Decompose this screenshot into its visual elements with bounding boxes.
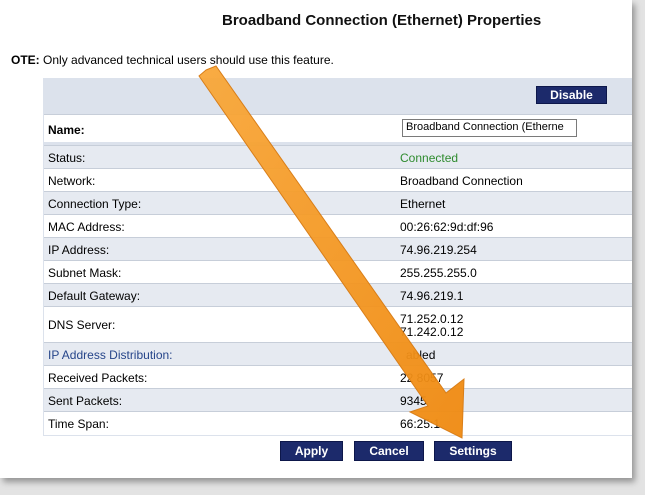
name-label: Name: [48,123,85,137]
ip-address-value: 74.96.219.254 [400,243,477,257]
time-span-value: 66:25:1 [400,417,441,431]
subnet-mask-value: 255.255.255.0 [400,266,477,280]
properties-window: Broadband Connection (Ethernet) Properti… [0,0,632,478]
received-packets-value: 22 8057 [400,371,444,385]
sent-packets-label: Sent Packets: [48,394,123,408]
subnet-mask-label: Subnet Mask: [48,266,122,280]
mac-address-label: MAC Address: [48,220,125,234]
status-value: Connected [400,151,459,165]
sent-packets-value: 9345 [400,394,427,408]
received-packets-label: Received Packets: [48,371,148,385]
note-text: OTE: Only advanced technical users shoul… [11,53,334,67]
dns-server-row: DNS Server: 71.252.0.12 71.242.0.12 [44,306,632,342]
connection-type-value: Ethernet [400,197,446,211]
mac-address-value: 00:26:62:9d:df:96 [400,220,494,234]
note-prefix: OTE: [11,53,40,67]
ip-distribution-row[interactable]: IP Address Distribution: abled [44,342,632,365]
connection-type-row: Connection Type: Ethernet [44,191,632,214]
network-row: Network: Broadband Connection [44,168,632,191]
page-title: Broadband Connection (Ethernet) Properti… [222,12,542,29]
name-input[interactable]: Broadband Connection (Etherne [402,119,577,137]
network-label: Network: [48,174,96,188]
settings-button[interactable]: Settings [434,441,512,461]
default-gateway-label: Default Gateway: [48,289,141,303]
connection-type-label: Connection Type: [48,197,142,211]
network-value: Broadband Connection [400,174,523,188]
dns-server-label: DNS Server: [48,318,116,332]
subnet-mask-row: Subnet Mask: 255.255.255.0 [44,260,632,283]
ip-distribution-link[interactable]: IP Address Distribution: [48,348,173,362]
ip-distribution-value: abled [406,348,436,362]
ip-address-label: IP Address: [48,243,110,257]
dns-server-secondary: 71.242.0.12 [400,325,464,339]
status-row: Status: Connected [44,145,632,168]
dns-server-primary: 71.252.0.12 [400,312,464,326]
time-span-label: Time Span: [48,417,109,431]
time-span-row: Time Span: 66:25:1 [44,411,632,435]
status-label: Status: [48,151,86,165]
apply-button[interactable]: Apply [280,441,343,461]
default-gateway-row: Default Gateway: 74.96.219.1 [44,283,632,306]
disable-button[interactable]: Disable [536,86,607,104]
default-gateway-value: 74.96.219.1 [400,289,464,303]
ip-address-row: IP Address: 74.96.219.254 [44,237,632,260]
mac-address-row: MAC Address: 00:26:62:9d:df:96 [44,214,632,237]
cancel-button[interactable]: Cancel [354,441,424,461]
sent-packets-row: Sent Packets: 9345 [44,388,632,411]
received-packets-row: Received Packets: 22 8057 [44,365,632,388]
note-message: Only advanced technical users should use… [43,53,334,67]
